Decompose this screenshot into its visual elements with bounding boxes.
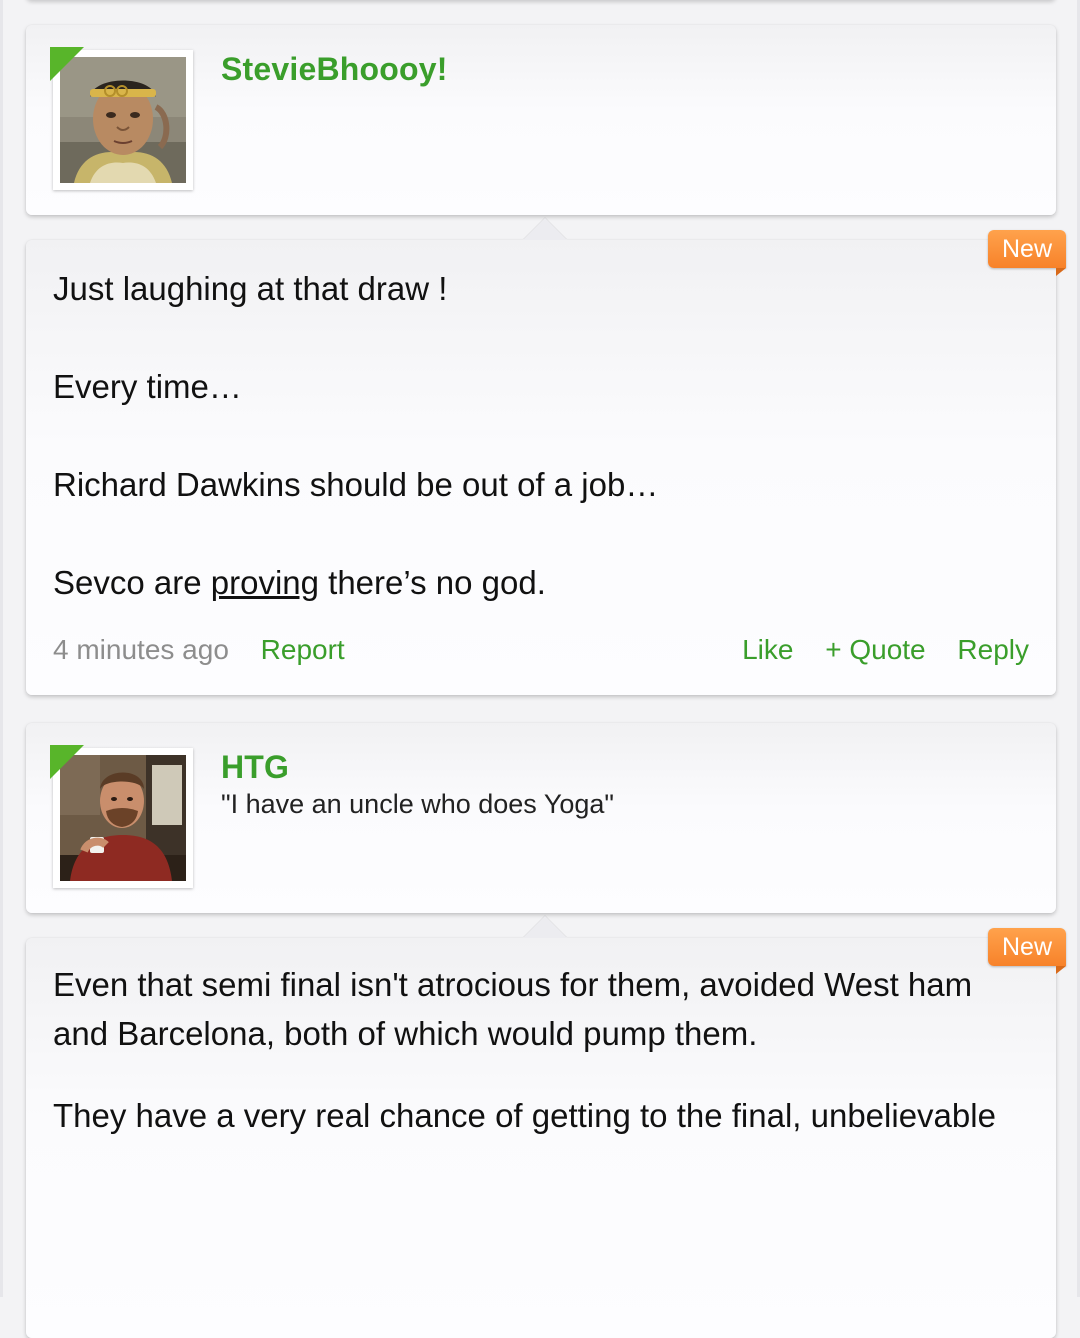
online-indicator-icon [50, 47, 84, 81]
avatar[interactable] [50, 47, 193, 190]
page-edge-left [0, 0, 3, 1297]
post-content: Even that semi final isn't atrocious for… [53, 960, 1029, 1140]
post-line: Even that semi final isn't atrocious for… [53, 966, 973, 1052]
post-body-card: New Even that semi final isn't atrocious… [26, 916, 1066, 1338]
author-username[interactable]: StevieBhoooy! [221, 51, 448, 88]
post-meta-bar: 4 minutes ago Report Like + Quote Reply [53, 630, 1029, 670]
new-badge: New [988, 230, 1066, 276]
post-line: Just laughing at that draw ! [53, 270, 448, 307]
card-pointer [523, 218, 567, 240]
author-username[interactable]: HTG [221, 749, 289, 786]
post-line: They have a very real chance of getting … [53, 1097, 996, 1134]
post-author-card: StevieBhoooy! [26, 25, 1056, 215]
post-body-card: New Just laughing at that draw ! Every t… [26, 218, 1066, 695]
post-timestamp: 4 minutes ago [53, 634, 229, 665]
post-content: Just laughing at that draw ! Every time…… [53, 264, 1029, 607]
post-line: Every time… [53, 368, 242, 405]
post-line: Sevco are proving there’s no god. [53, 558, 1029, 607]
report-link[interactable]: Report [261, 634, 345, 665]
like-button[interactable]: Like [742, 634, 793, 665]
online-indicator-icon [50, 745, 84, 779]
reply-button[interactable]: Reply [957, 634, 1029, 665]
text-segment: there’s no god. [318, 564, 546, 601]
quote-button[interactable]: + Quote [825, 634, 925, 665]
post-author-card: HTG "I have an uncle who does Yoga" [26, 723, 1056, 913]
text-segment: Sevco are [53, 564, 211, 601]
author-custom-title: "I have an uncle who does Yoga" [221, 789, 614, 819]
post-line: Richard Dawkins should be out of a job… [53, 466, 659, 503]
card-pointer [523, 916, 567, 938]
underlined-word: proving [210, 564, 319, 601]
avatar[interactable] [50, 745, 193, 888]
